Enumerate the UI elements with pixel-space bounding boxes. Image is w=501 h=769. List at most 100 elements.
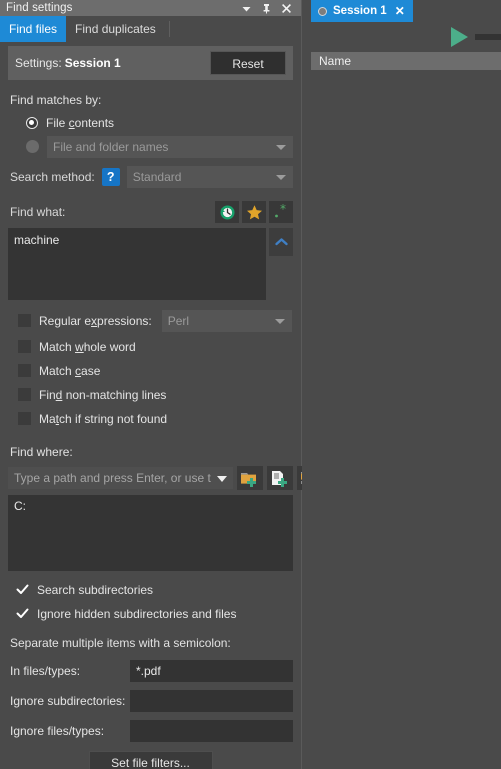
path-list[interactable]: C: [8,495,293,571]
session-tabbar: Session 1 ✕ [302,0,501,22]
search-method-label: Search method: [10,170,95,184]
path-list-item[interactable]: C: [14,499,287,513]
field-ignore-subdirectories-label: Ignore subdirectories: [10,694,126,708]
find-where-label: Find where: [10,445,73,459]
radio-file-and-folder-names[interactable]: File and folder names [26,135,293,158]
chevron-down-icon [276,175,286,180]
toolbar-button-stub[interactable] [475,34,501,40]
checkbox-match-whole-word-label: Match whole word [39,339,136,354]
ignore-files-types-input[interactable] [130,720,293,742]
find-matches-by-label: Find matches by: [10,93,102,107]
regex-flavor-combo: Perl [161,309,292,332]
history-icon[interactable] [215,201,239,223]
find-what-input[interactable]: machine [8,228,266,300]
checkbox-ignore-hidden-label: Ignore hidden subdirectories and files [37,606,237,621]
find-what-header: Find what: * [10,201,293,223]
close-icon[interactable] [281,3,292,14]
chevron-down-icon [274,318,285,324]
tab-find-files[interactable]: Find files [0,16,67,42]
file-and-folder-names-combo: File and folder names [47,135,293,158]
checkbox-find-non-matching-lines[interactable]: Find non-matching lines [18,386,293,403]
pin-icon[interactable] [261,3,272,14]
chevron-down-icon[interactable] [216,476,227,482]
panel-tabs: Find files Find duplicates [0,16,301,42]
settings-label: Settings: [15,56,62,70]
chevron-down-icon [276,144,286,150]
tab-find-duplicates[interactable]: Find duplicates [66,16,165,42]
in-files-types-combo[interactable]: *.pdf [130,660,293,682]
checkbox-ignore-hidden[interactable]: Ignore hidden subdirectories and files [16,605,293,622]
checkbox-search-subdirectories-label: Search subdirectories [37,582,154,597]
reset-button[interactable]: Reset [210,51,286,75]
field-in-files-types: In files/types: *.pdf [8,660,293,682]
checkbox-match-case-box [18,364,31,377]
separator-hint: Separate multiple items with a semicolon… [10,636,231,650]
regex-flavor-value: Perl [167,313,190,328]
favorites-star-icon[interactable] [242,201,266,223]
find-settings-panel: Find settings Find files Find duplicates… [0,0,323,769]
status-circle-icon [318,6,327,16]
results-column-header[interactable]: Name [311,52,501,70]
checkbox-regular-expressions-label: Regular expressions: [39,313,152,328]
set-file-filters-row: Set file filters... [8,751,293,769]
checkbox-search-subdirectories[interactable]: Search subdirectories [16,581,293,598]
checkbox-match-case[interactable]: Match case [18,362,293,379]
session-panel: Session 1 ✕ Name [302,0,501,769]
tab-find-duplicates-label: Find duplicates [75,22,156,36]
close-icon[interactable]: ✕ [395,4,405,18]
set-file-filters-button[interactable]: Set file filters... [88,751,213,769]
checkbox-match-if-string-not-found[interactable]: Match if string not found [18,410,293,427]
file-and-folder-names-label: File and folder names [53,139,169,154]
results-list[interactable] [311,70,501,750]
path-input[interactable]: Type a path and press Enter, or use t [8,467,233,489]
checkbox-match-if-string-not-found-label: Match if string not found [39,411,168,426]
checkbox-match-whole-word[interactable]: Match whole word [18,338,293,355]
session-tab-label: Session 1 [333,5,387,17]
checkbox-match-if-string-not-found-box [18,412,31,425]
path-placeholder: Type a path and press Enter, or use t [14,471,211,485]
window-title: Find settings [6,2,73,14]
tab-find-files-label: Find files [9,22,58,36]
in-files-types-value: *.pdf [136,664,161,678]
checkbox-ignore-hidden-box [16,607,29,620]
radio-file-and-folder-names-indicator [26,140,39,153]
ignore-subdirectories-input[interactable] [130,690,293,712]
search-method-value: Standard [132,170,182,184]
help-icon[interactable]: ? [101,168,120,186]
session-tab[interactable]: Session 1 ✕ [311,0,413,22]
settings-session-name: Session 1 [64,56,121,70]
radio-file-contents-indicator [26,116,38,129]
add-folder-icon[interactable] [236,466,263,490]
find-settings-window: Find settings Find files Find duplicates… [0,0,501,769]
field-in-files-types-label: In files/types: [10,664,81,678]
settings-bar: Settings: Session 1 Reset [8,46,293,80]
chevron-down-icon[interactable] [241,3,252,14]
checkbox-match-whole-word-box [18,340,31,353]
checkbox-match-case-label: Match case [39,363,101,378]
checkbox-search-subdirectories-box [16,583,29,596]
radio-file-contents-label: File contents [46,115,115,130]
tab-separator [168,21,170,37]
checkbox-find-non-matching-lines-box [18,388,31,401]
wildcard-asterisk-icon[interactable]: * [269,201,293,223]
column-header-name: Name [319,54,352,68]
window-titlebar: Find settings [0,0,301,16]
add-file-icon[interactable] [266,466,293,490]
checkbox-regular-expressions[interactable]: Regular expressions: Perl [18,309,293,332]
checkbox-find-non-matching-lines-label: Find non-matching lines [39,387,167,402]
search-method-row: Search method: ? Standard [8,166,293,188]
titlebar-icon-group [241,3,297,14]
search-method-combo: Standard [126,166,293,188]
settings-content: Find matches by: File contents File and … [0,93,323,769]
play-icon[interactable] [451,27,468,47]
checkbox-regular-expressions-box [18,314,31,327]
svg-text:*: * [280,204,286,216]
radio-file-contents[interactable]: File contents [26,114,293,131]
find-what-row: machine [8,228,293,300]
chevron-up-icon[interactable] [269,228,293,256]
find-what-label: Find what: [10,205,66,219]
field-ignore-files-types-label: Ignore files/types: [10,724,105,738]
field-ignore-files-types: Ignore files/types: [8,720,293,742]
session-toolbar [311,22,501,52]
